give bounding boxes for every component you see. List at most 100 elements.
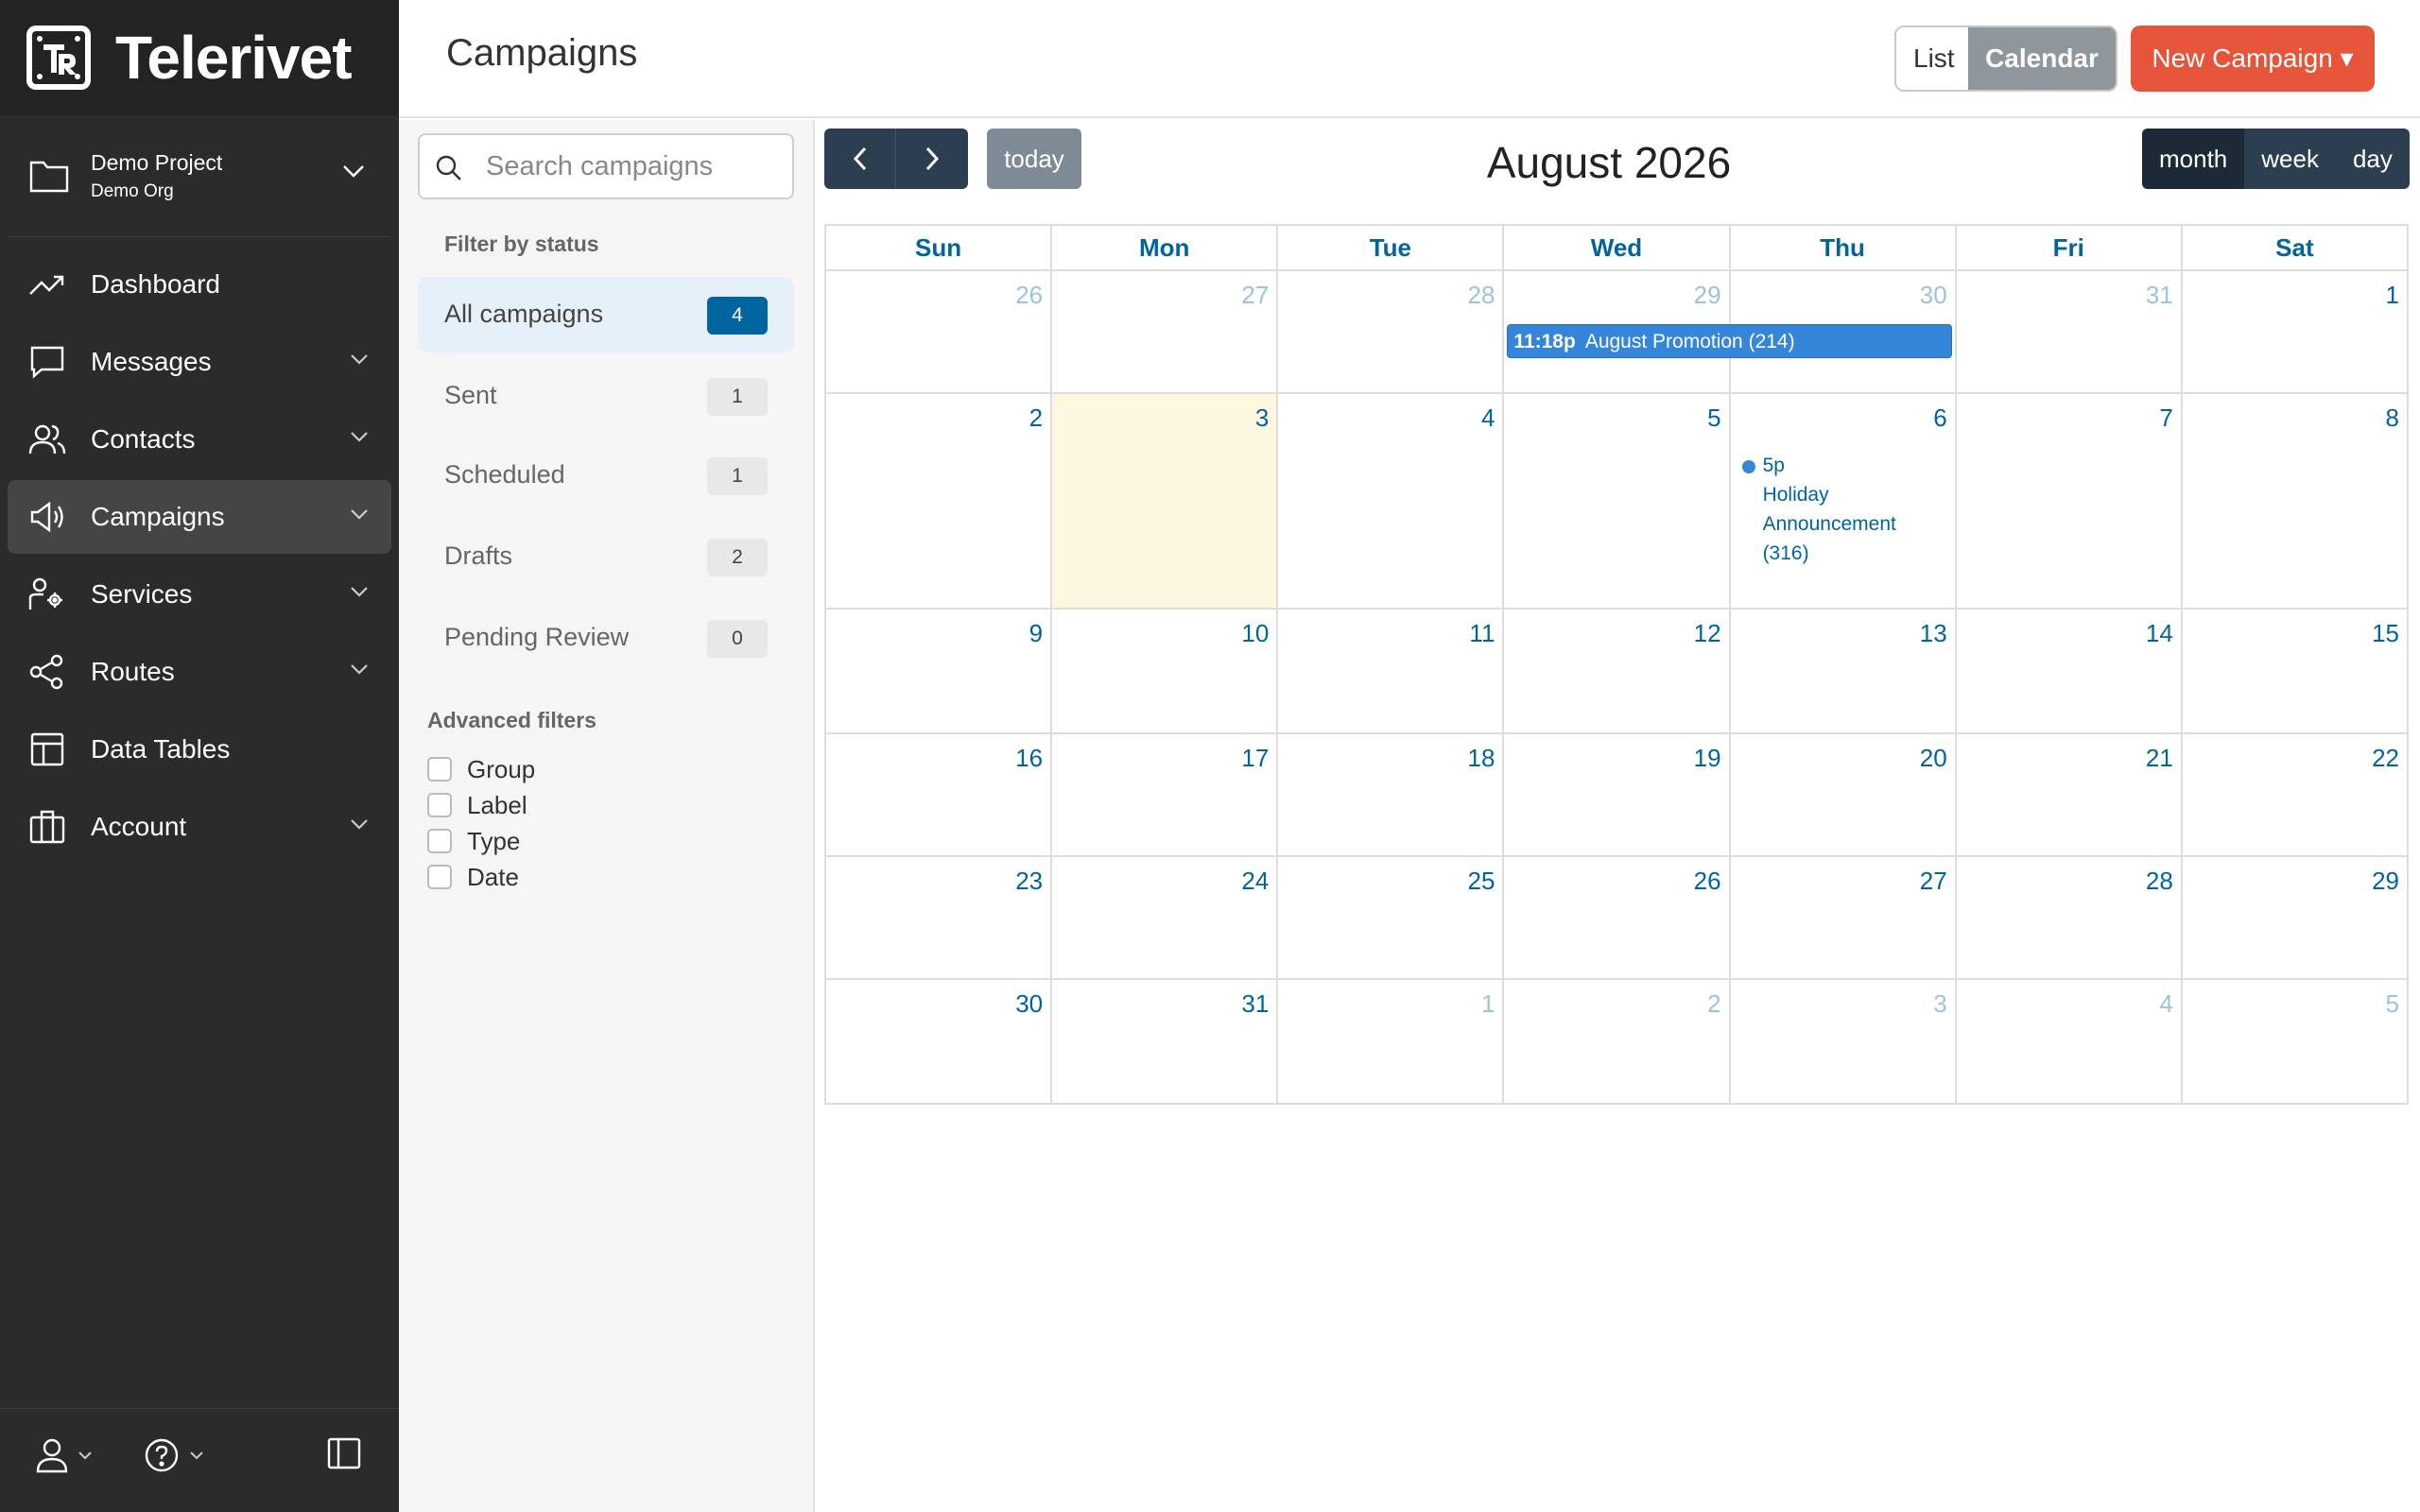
calendar-day[interactable]: 27 [1052, 271, 1279, 394]
list-view-button[interactable]: List [1896, 27, 1968, 90]
day-number[interactable]: 21 [2146, 744, 2173, 773]
calendar-day[interactable]: 17 [1052, 734, 1279, 857]
day-number[interactable]: 3 [1933, 989, 1946, 1019]
calendar-day[interactable]: 4 [1956, 980, 2183, 1105]
calendar-day[interactable]: 28 [1278, 271, 1505, 394]
prev-month-button[interactable] [824, 129, 896, 189]
calendar-day[interactable]: 2 [1504, 980, 1731, 1105]
collapse-sidebar-button[interactable] [327, 1437, 361, 1469]
day-number[interactable]: 27 [1241, 281, 1269, 310]
day-number[interactable]: 23 [1015, 867, 1043, 896]
calendar-event[interactable]: 11:18p August Promotion (214) [1507, 324, 1953, 358]
day-number[interactable]: 16 [1015, 744, 1043, 773]
calendar-day[interactable]: 31 [1052, 980, 1279, 1105]
day-number[interactable]: 31 [1241, 989, 1269, 1019]
brand-header[interactable]: Telerivet [0, 0, 399, 115]
nav-item-account[interactable]: Account [8, 790, 391, 864]
day-number[interactable]: 10 [1241, 619, 1269, 648]
advanced-filter-date[interactable]: Date [427, 863, 519, 891]
checkbox[interactable] [427, 865, 452, 889]
month-view-button[interactable]: month [2142, 129, 2245, 189]
calendar-day[interactable]: 30 [826, 980, 1053, 1105]
day-view-button[interactable]: day [2336, 129, 2410, 189]
calendar-day[interactable]: 8 [2182, 394, 2409, 610]
calendar-day[interactable]: 1 [1278, 980, 1505, 1105]
calendar-day[interactable]: 23 [826, 857, 1053, 980]
calendar-day[interactable]: 22 [2182, 734, 2409, 857]
calendar-day[interactable]: 27 [1730, 857, 1957, 980]
day-number[interactable]: 27 [1920, 867, 1947, 896]
day-number[interactable]: 8 [2386, 404, 2399, 433]
nav-item-messages[interactable]: Messages [8, 325, 391, 399]
calendar-day[interactable]: 18 [1278, 734, 1505, 857]
day-number[interactable]: 4 [2159, 989, 2172, 1019]
day-number[interactable]: 25 [1468, 867, 1495, 896]
status-filter-all[interactable]: All campaigns 4 [418, 277, 794, 352]
calendar-day[interactable]: 15 [2182, 610, 2409, 734]
calendar-day[interactable]: 6 5p Holiday Announcement (316) [1730, 394, 1957, 610]
day-number[interactable]: 19 [1694, 744, 1721, 773]
calendar-day[interactable]: 10 [1052, 610, 1279, 734]
week-view-button[interactable]: week [2244, 129, 2336, 189]
day-number[interactable]: 4 [1481, 404, 1495, 433]
nav-item-campaigns[interactable]: Campaigns [8, 480, 391, 554]
calendar-day[interactable]: 5 [2182, 980, 2409, 1105]
calendar-day[interactable]: 26 [1504, 857, 1731, 980]
calendar-event[interactable]: 5p Holiday Announcement (316) [1741, 451, 1931, 568]
nav-item-routes[interactable]: Routes [8, 635, 391, 709]
checkbox[interactable] [427, 757, 452, 782]
day-number[interactable]: 18 [1468, 744, 1495, 773]
day-number[interactable]: 14 [2146, 619, 2173, 648]
calendar-day[interactable]: 25 [1278, 857, 1505, 980]
day-number[interactable]: 24 [1241, 867, 1269, 896]
day-number[interactable]: 2 [1707, 989, 1720, 1019]
status-filter-sent[interactable]: Sent 1 [418, 358, 794, 434]
day-number[interactable]: 5 [2386, 989, 2399, 1019]
calendar-view-button[interactable]: Calendar [1968, 27, 2116, 90]
calendar-day[interactable]: 2 [826, 394, 1053, 610]
calendar-day[interactable]: 4 [1278, 394, 1505, 610]
nav-item-contacts[interactable]: Contacts [8, 403, 391, 476]
calendar-day[interactable]: 7 [1956, 394, 2183, 610]
day-number[interactable]: 5 [1707, 404, 1720, 433]
day-number[interactable]: 1 [2386, 281, 2399, 310]
status-filter-pending-review[interactable]: Pending Review 0 [418, 600, 794, 676]
status-filter-scheduled[interactable]: Scheduled 1 [418, 438, 794, 513]
day-number[interactable]: 29 [1694, 281, 1721, 310]
status-filter-drafts[interactable]: Drafts 2 [418, 519, 794, 594]
calendar-day[interactable]: 20 [1730, 734, 1957, 857]
calendar-day[interactable]: 19 [1504, 734, 1731, 857]
day-number[interactable]: 3 [1255, 404, 1269, 433]
calendar-day[interactable]: 16 [826, 734, 1053, 857]
checkbox[interactable] [427, 829, 452, 853]
next-month-button[interactable] [896, 129, 968, 189]
user-menu-button[interactable] [36, 1437, 93, 1473]
calendar-day[interactable]: 5 [1504, 394, 1731, 610]
day-number[interactable]: 30 [1920, 281, 1947, 310]
calendar-day[interactable]: 29 11:18p August Promotion (214) [1504, 271, 1953, 394]
nav-item-services[interactable]: Services [8, 558, 391, 631]
day-number[interactable]: 12 [1694, 619, 1721, 648]
nav-item-dashboard[interactable]: Dashboard [8, 248, 391, 321]
project-switcher[interactable]: Demo Project Demo Org [8, 129, 391, 223]
new-campaign-button[interactable]: New Campaign ▾ [2131, 26, 2375, 92]
advanced-filter-type[interactable]: Type [427, 827, 520, 855]
help-menu-button[interactable] [144, 1437, 204, 1473]
calendar-day-today[interactable]: 3 [1052, 394, 1279, 610]
day-number[interactable]: 28 [1468, 281, 1495, 310]
calendar-day[interactable]: 29 [2182, 857, 2409, 980]
calendar-day[interactable]: 31 [1956, 271, 2183, 394]
calendar-day[interactable]: 14 [1956, 610, 2183, 734]
calendar-day[interactable]: 9 [826, 610, 1053, 734]
calendar-day[interactable]: 21 [1956, 734, 2183, 857]
day-number[interactable]: 15 [2372, 619, 2399, 648]
calendar-day[interactable]: 3 [1730, 980, 1957, 1105]
day-number[interactable]: 9 [1029, 619, 1043, 648]
nav-item-data-tables[interactable]: Data Tables [8, 713, 391, 786]
calendar-day[interactable]: 13 [1730, 610, 1957, 734]
day-number[interactable]: 20 [1920, 744, 1947, 773]
day-number[interactable]: 13 [1920, 619, 1947, 648]
calendar-day[interactable]: 28 [1956, 857, 2183, 980]
day-number[interactable]: 1 [1481, 989, 1495, 1019]
day-number[interactable]: 31 [2146, 281, 2173, 310]
